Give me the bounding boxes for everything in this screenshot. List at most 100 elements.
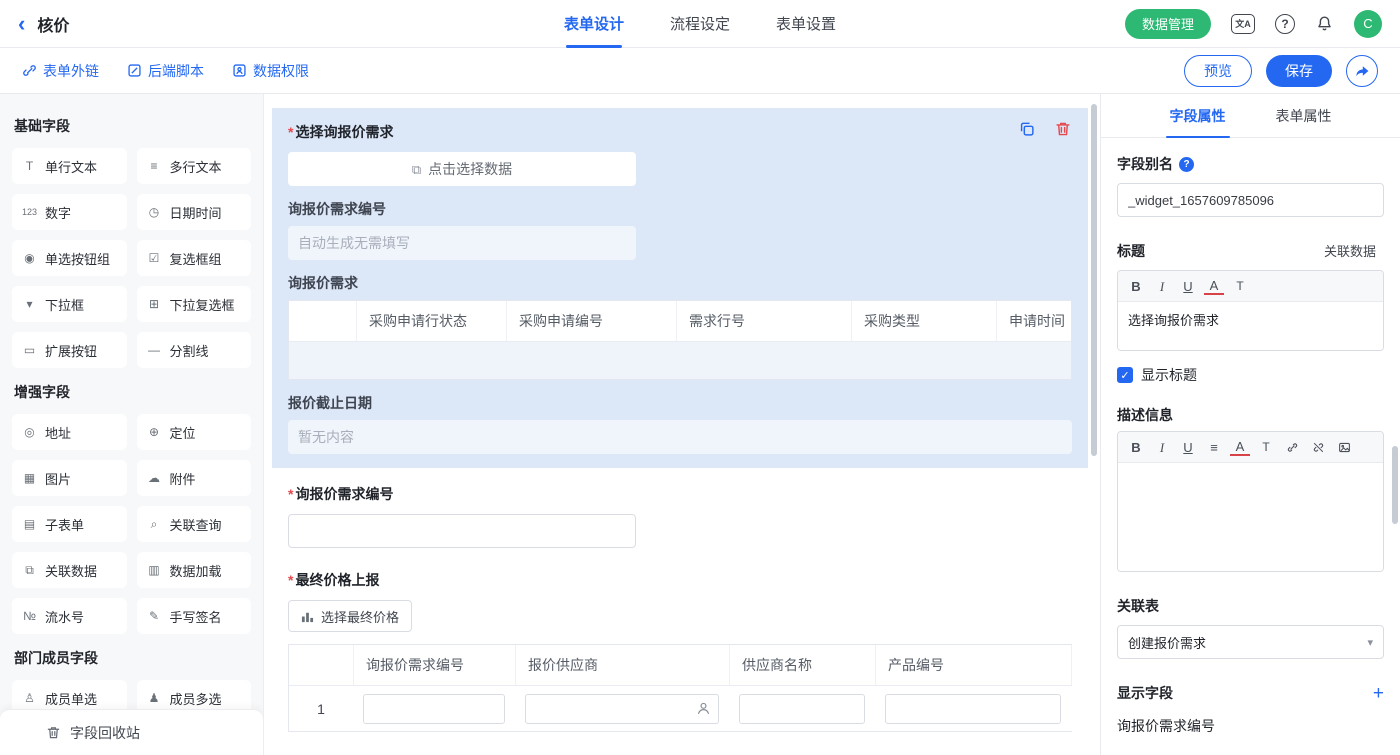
tab-form-properties[interactable]: 表单属性: [1276, 94, 1332, 137]
sidebar-item-radio-group[interactable]: ◉单选按钮组: [12, 240, 127, 276]
tab-field-properties[interactable]: 字段属性: [1170, 94, 1226, 137]
tab-form-design[interactable]: 表单设计: [564, 0, 624, 48]
sub-field-label: 报价截止日期: [288, 393, 1072, 413]
row-number: 1: [289, 701, 353, 717]
supplier-name-cell-input[interactable]: [739, 694, 865, 724]
sidebar-item-checkbox-group[interactable]: ☑复选框组: [137, 240, 252, 276]
sidebar-item-attachment[interactable]: ☁附件: [137, 460, 252, 496]
data-load-icon: ▥: [146, 564, 163, 576]
sidebar-item-divider[interactable]: —分割线: [137, 332, 252, 368]
data-permission-link[interactable]: 数据权限: [232, 61, 309, 81]
linked-query-icon: ⌕: [146, 518, 163, 530]
link-label: 表单外链: [43, 61, 99, 81]
widget-final-price-report[interactable]: * 最终价格上报 选择最终价格 询报价需求编号 报价供应商 供应商名称 产品编号: [272, 570, 1088, 732]
linked-data-button[interactable]: 关联数据: [1316, 237, 1384, 264]
backend-script-link[interactable]: 后端脚本: [127, 61, 204, 81]
sidebar-item-multi-select[interactable]: ⊞下拉复选框: [137, 286, 252, 322]
sidebar-item-data-load[interactable]: ▥数据加载: [137, 552, 252, 588]
bold-icon[interactable]: B: [1126, 437, 1146, 457]
sidebar-item-multi-line-text[interactable]: ≡多行文本: [137, 148, 252, 184]
insert-link-icon[interactable]: [1282, 437, 1302, 457]
tab-flow-setting[interactable]: 流程设定: [670, 0, 730, 48]
share-button[interactable]: [1346, 55, 1378, 87]
description-editor-content[interactable]: [1118, 463, 1383, 571]
demand-no-input[interactable]: [288, 226, 636, 260]
field-recycle-bin[interactable]: 字段回收站: [0, 709, 263, 755]
add-display-field-icon[interactable]: +: [1373, 684, 1384, 703]
italic-icon[interactable]: I: [1152, 437, 1172, 457]
sidebar-item-select[interactable]: ▾下拉框: [12, 286, 127, 322]
insert-image-icon[interactable]: [1334, 437, 1354, 457]
sidebar-item-linked-data[interactable]: ⧉关联数据: [12, 552, 127, 588]
back-icon[interactable]: ‹: [18, 13, 25, 35]
sidebar-item-serial-number[interactable]: №流水号: [12, 598, 127, 634]
widget-select-inquiry-demand[interactable]: * 选择询报价需求 ⧉ 点击选择数据 询报价需求编号 询报价需求 采购申请行状态…: [272, 108, 1088, 468]
bold-icon[interactable]: B: [1126, 276, 1146, 296]
product-no-cell-input[interactable]: [885, 694, 1061, 724]
topbar-right: 数据管理 文A ? C: [1125, 9, 1382, 39]
sidebar-item-linked-query[interactable]: ⌕关联查询: [137, 506, 252, 542]
copy-icon[interactable]: [1018, 120, 1036, 138]
script-icon: [127, 63, 142, 78]
underline-icon[interactable]: U: [1178, 276, 1198, 296]
field-label: 流水号: [45, 607, 84, 626]
underline-icon[interactable]: U: [1178, 437, 1198, 457]
sidebar-item-datetime[interactable]: ◷日期时间: [137, 194, 252, 230]
font-size-icon[interactable]: T: [1256, 437, 1276, 457]
table-header: 产品: [1071, 645, 1072, 685]
language-icon[interactable]: 文A: [1231, 14, 1255, 34]
recycle-bin-icon: [46, 725, 61, 740]
align-icon[interactable]: ≡: [1204, 437, 1224, 457]
save-button[interactable]: 保存: [1266, 55, 1332, 87]
sidebar-item-location[interactable]: ⊕定位: [137, 414, 252, 450]
panel-scrollbar[interactable]: [1392, 446, 1398, 524]
sidebar-item-subform[interactable]: ▤子表单: [12, 506, 127, 542]
sidebar-item-number[interactable]: 123数字: [12, 194, 127, 230]
tab-form-setting[interactable]: 表单设置: [776, 0, 836, 48]
main-area: 基础字段 T单行文本 ≡多行文本 123数字 ◷日期时间 ◉单选按钮组 ☑复选框…: [0, 94, 1400, 755]
sub-field-label: 询报价需求: [288, 273, 1072, 293]
display-field-item[interactable]: 询报价需求编号: [1117, 716, 1384, 736]
demand-no-cell-input[interactable]: [363, 694, 505, 724]
form-canvas[interactable]: * 选择询报价需求 ⧉ 点击选择数据 询报价需求编号 询报价需求 采购申请行状态…: [264, 94, 1100, 755]
bell-icon[interactable]: [1315, 14, 1334, 33]
form-external-link[interactable]: 表单外链: [22, 61, 99, 81]
related-table-select[interactable]: 创建报价需求 ▾: [1117, 625, 1384, 659]
quote-deadline-input[interactable]: [288, 420, 1072, 454]
sidebar-item-single-line-text[interactable]: T单行文本: [12, 148, 127, 184]
font-color-icon[interactable]: A: [1230, 439, 1250, 456]
font-size-icon[interactable]: T: [1230, 276, 1250, 296]
pick-data-button[interactable]: ⧉ 点击选择数据: [288, 152, 636, 186]
widget-title: * 选择询报价需求: [288, 122, 1072, 142]
table-header: 采购申请行状态: [356, 301, 506, 341]
sidebar-item-image[interactable]: ▦图片: [12, 460, 127, 496]
sidebar-item-signature[interactable]: ✎手写签名: [137, 598, 252, 634]
avatar[interactable]: C: [1354, 10, 1382, 38]
supplier-cell-input[interactable]: [525, 694, 719, 724]
canvas-scrollbar[interactable]: [1091, 104, 1097, 456]
table-header: 申请时间: [996, 301, 1071, 341]
sidebar-item-extend-button[interactable]: ▭扩展按钮: [12, 332, 127, 368]
help-icon[interactable]: ?: [1275, 14, 1295, 34]
title-editor-content[interactable]: 选择询报价需求: [1118, 302, 1383, 350]
remove-link-icon[interactable]: [1308, 437, 1328, 457]
sidebar-item-address[interactable]: ◎地址: [12, 414, 127, 450]
table-header: 需求行号: [676, 301, 851, 341]
widget-inquiry-demand-no[interactable]: * 询报价需求编号: [272, 484, 1088, 548]
final-price-table: 询报价需求编号 报价供应商 供应商名称 产品编号 产品 1: [288, 644, 1072, 732]
field-label: 扩展按钮: [45, 341, 97, 360]
field-alias-input[interactable]: [1117, 183, 1384, 217]
delete-icon[interactable]: [1054, 120, 1072, 138]
show-title-checkbox[interactable]: ✓: [1117, 367, 1133, 383]
alias-help-icon[interactable]: ?: [1179, 157, 1194, 172]
share-icon: [1354, 63, 1370, 79]
font-color-icon[interactable]: A: [1204, 278, 1224, 295]
enhanced-field-grid: ◎地址 ⊕定位 ▦图片 ☁附件 ▤子表单 ⌕关联查询 ⧉关联数据 ▥数据加载 №…: [12, 414, 251, 634]
preview-button[interactable]: 预览: [1184, 55, 1252, 87]
inquiry-demand-no-input[interactable]: [288, 514, 636, 548]
table-header: 采购类型: [851, 301, 996, 341]
italic-icon[interactable]: I: [1152, 276, 1172, 296]
data-manage-button[interactable]: 数据管理: [1125, 9, 1211, 39]
select-final-price-button[interactable]: 选择最终价格: [288, 600, 412, 632]
display-fields-row: 显示字段 +: [1117, 683, 1384, 703]
